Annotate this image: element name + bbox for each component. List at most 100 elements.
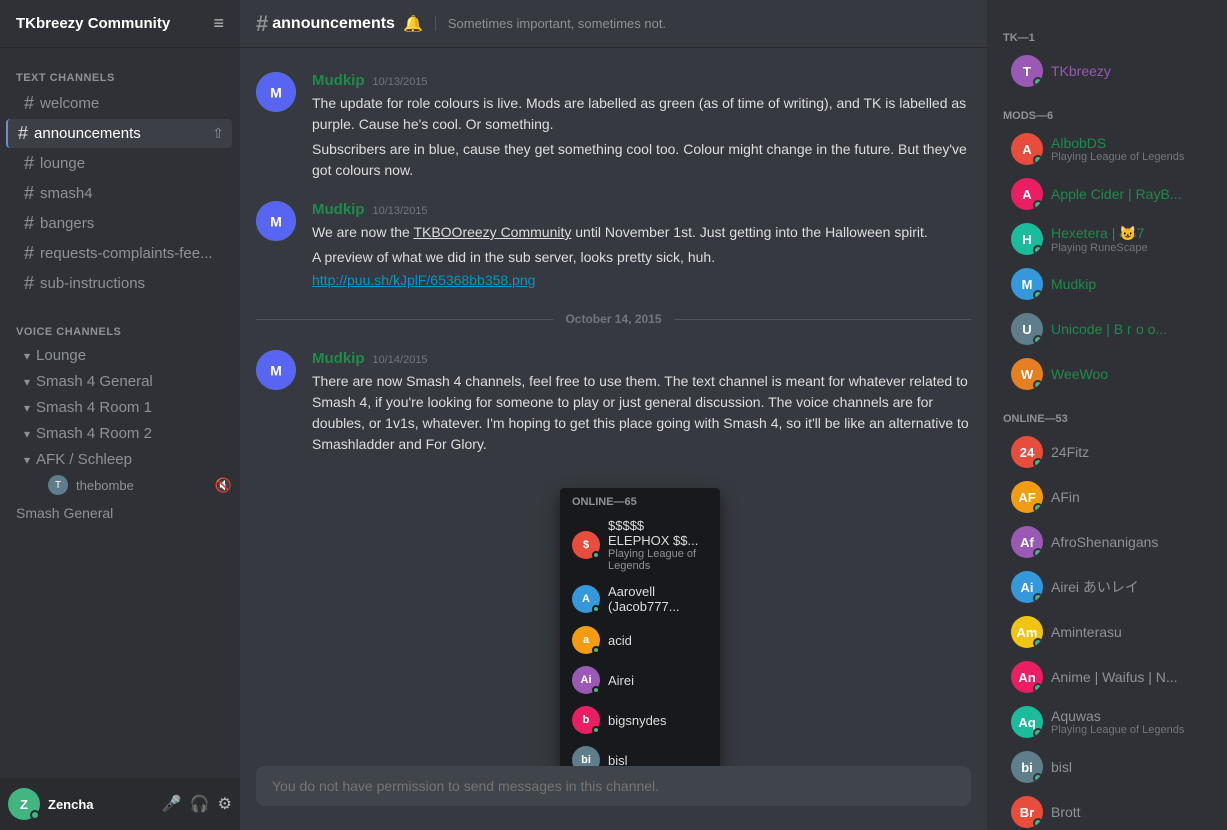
member-item-aquwas[interactable]: Aq Aquwas Playing League of Legends bbox=[995, 700, 1219, 744]
member-item-anime[interactable]: An Anime | Waifus | N... bbox=[995, 655, 1219, 699]
online-members-popup[interactable]: ONLINE—65 $ $$$$$ ELEPHOX $$... Playing … bbox=[560, 488, 720, 766]
voice-channel-smash4room2[interactable]: ▾ Smash 4 Room 2 bbox=[8, 421, 232, 446]
avatar: 24 bbox=[1011, 436, 1043, 468]
status-dot bbox=[1033, 818, 1043, 828]
message-content: Mudkip 10/13/2015 We are now the TKBOOre… bbox=[312, 201, 971, 288]
member-name: Anime | Waifus | N... bbox=[1051, 669, 1178, 685]
headset-icon[interactable]: 🎧 bbox=[190, 794, 210, 814]
online-count-header: ONLINE—65 bbox=[560, 488, 720, 512]
list-item[interactable]: A Aarovell (Jacob777... bbox=[560, 578, 720, 620]
member-name: Hexetera | 😺7 bbox=[1051, 225, 1148, 242]
member-item-hexetera[interactable]: H Hexetera | 😺7 Playing RuneScape bbox=[995, 217, 1219, 261]
list-item[interactable]: bi bisl bbox=[560, 740, 720, 766]
member-item-weewoo[interactable]: W WeeWoo bbox=[995, 352, 1219, 396]
list-item[interactable]: Ai Airei bbox=[560, 660, 720, 700]
channel-item-welcome[interactable]: # welcome bbox=[8, 89, 232, 118]
member-item-24fitz[interactable]: 24 24Fitz bbox=[995, 430, 1219, 474]
member-item-afin[interactable]: AF AFin bbox=[995, 475, 1219, 519]
voice-channel-smash4room1[interactable]: ▾ Smash 4 Room 1 bbox=[8, 395, 232, 420]
channel-hash-icon: # bbox=[24, 93, 34, 114]
member-item-brott[interactable]: Br Brott bbox=[995, 790, 1219, 830]
member-item-aminterasu[interactable]: Am Aminterasu bbox=[995, 610, 1219, 654]
member-game: Playing RuneScape bbox=[1051, 242, 1148, 254]
chevron-down-icon: ▾ bbox=[24, 401, 30, 415]
member-item-airei[interactable]: Ai Airei あいレイ bbox=[995, 565, 1219, 609]
messages-list: M Mudkip 10/13/2015 The update for role … bbox=[240, 48, 987, 766]
bell-icon[interactable]: 🔔 bbox=[403, 14, 423, 34]
member-info: bisl bbox=[1051, 759, 1072, 775]
member-info: bisl bbox=[608, 753, 628, 767]
member-item-bisl[interactable]: bi bisl bbox=[995, 745, 1219, 789]
member-item-unicode[interactable]: U Unicode | В г о о... bbox=[995, 307, 1219, 351]
message-content: Mudkip 10/13/2015 The update for role co… bbox=[312, 72, 971, 181]
server-header[interactable]: TKbreezy Community ≡ bbox=[0, 0, 240, 48]
avatar: Am bbox=[1011, 616, 1043, 648]
member-info: WeeWoo bbox=[1051, 366, 1108, 382]
hamburger-icon[interactable]: ≡ bbox=[213, 13, 224, 34]
member-name: WeeWoo bbox=[1051, 366, 1108, 382]
channel-item-announcements[interactable]: # announcements ⇧ bbox=[6, 119, 232, 148]
chevron-down-icon: ▾ bbox=[24, 349, 30, 363]
member-name: Mudkip bbox=[1051, 276, 1096, 292]
voice-channel-smash4general[interactable]: ▾ Smash 4 General bbox=[8, 369, 232, 394]
member-info: acid bbox=[608, 633, 632, 648]
upload-icon: ⇧ bbox=[212, 125, 224, 142]
user-actions: 🎤 🎧 ⚙ bbox=[162, 794, 232, 814]
member-item-afroshenanigans[interactable]: Af AfroShenanigans bbox=[995, 520, 1219, 564]
list-item[interactable]: $ $$$$$ ELEPHOX $$... Playing League of … bbox=[560, 512, 720, 578]
voice-channel-afk[interactable]: ▾ AFK / Schleep bbox=[8, 447, 232, 472]
user-info: Zencha bbox=[48, 797, 162, 812]
microphone-icon[interactable]: 🎤 bbox=[162, 794, 182, 814]
status-dot bbox=[1033, 503, 1043, 513]
channel-header-name: announcements bbox=[272, 15, 395, 33]
avatar: M bbox=[256, 350, 296, 390]
message-text: Subscribers are in blue, cause they get … bbox=[312, 139, 971, 181]
member-info: Brott bbox=[1051, 804, 1081, 820]
member-name: bisl bbox=[1051, 759, 1072, 775]
channel-item-requests[interactable]: # requests-complaints-fee... bbox=[8, 239, 232, 268]
voice-channel-lounge[interactable]: ▾ Lounge bbox=[8, 343, 232, 368]
svg-text:M: M bbox=[270, 363, 282, 379]
status-dot bbox=[1033, 245, 1043, 255]
chevron-down-icon: ▾ bbox=[24, 427, 30, 441]
voice-channel-name: Smash 4 Room 2 bbox=[36, 425, 152, 442]
list-item[interactable]: b bigsnydes bbox=[560, 700, 720, 740]
member-item-tkbreezy[interactable]: T TKbreezy bbox=[995, 49, 1219, 93]
voice-channel-name: Smash 4 General bbox=[36, 373, 153, 390]
member-item-mudkip[interactable]: M Mudkip bbox=[995, 262, 1219, 306]
channel-hash-icon: # bbox=[24, 153, 34, 174]
channel-item-bangers[interactable]: # bangers bbox=[8, 209, 232, 238]
status-dot bbox=[1033, 548, 1043, 558]
avatar: Ai bbox=[572, 666, 600, 694]
message-timestamp: 10/13/2015 bbox=[373, 76, 428, 88]
message-timestamp: 10/14/2015 bbox=[373, 354, 428, 366]
status-dot bbox=[1033, 593, 1043, 603]
channel-hash-icon: # bbox=[24, 273, 34, 294]
settings-icon[interactable]: ⚙ bbox=[218, 794, 232, 814]
channel-item-lounge[interactable]: # lounge bbox=[8, 149, 232, 178]
avatar: W bbox=[1011, 358, 1043, 390]
channel-name: requests-complaints-fee... bbox=[40, 245, 213, 262]
status-dot bbox=[592, 646, 600, 654]
server-title: TKbreezy Community bbox=[16, 15, 170, 32]
channel-hash-icon: # bbox=[24, 183, 34, 204]
channel-item-sub-instructions[interactable]: # sub-instructions bbox=[8, 269, 232, 298]
list-item[interactable]: a acid bbox=[560, 620, 720, 660]
avatar: a bbox=[572, 626, 600, 654]
member-info: Unicode | В г о о... bbox=[1051, 321, 1167, 337]
member-item-applecider[interactable]: A Apple Cider | RayB... bbox=[995, 172, 1219, 216]
message-header: Mudkip 10/13/2015 bbox=[312, 201, 971, 218]
channel-item-smash4[interactable]: # smash4 bbox=[8, 179, 232, 208]
link[interactable]: http://puu.sh/kJplF/65368bb358.png bbox=[312, 272, 535, 288]
message-input[interactable] bbox=[256, 766, 971, 806]
member-info: bigsnydes bbox=[608, 713, 667, 728]
channel-name: smash4 bbox=[40, 185, 93, 202]
voice-user-thebombe: T thebombe 🔇 bbox=[0, 473, 240, 497]
member-item-albobds[interactable]: A AlbobDS Playing League of Legends bbox=[995, 127, 1219, 171]
status-dot bbox=[1033, 458, 1043, 468]
mute-icon: 🔇 bbox=[215, 477, 232, 494]
avatar: M bbox=[1011, 268, 1043, 300]
message-text: There are now Smash 4 channels, feel fre… bbox=[312, 371, 971, 455]
member-name: AFin bbox=[1051, 489, 1080, 505]
message-link[interactable]: http://puu.sh/kJplF/65368bb358.png bbox=[312, 272, 971, 288]
